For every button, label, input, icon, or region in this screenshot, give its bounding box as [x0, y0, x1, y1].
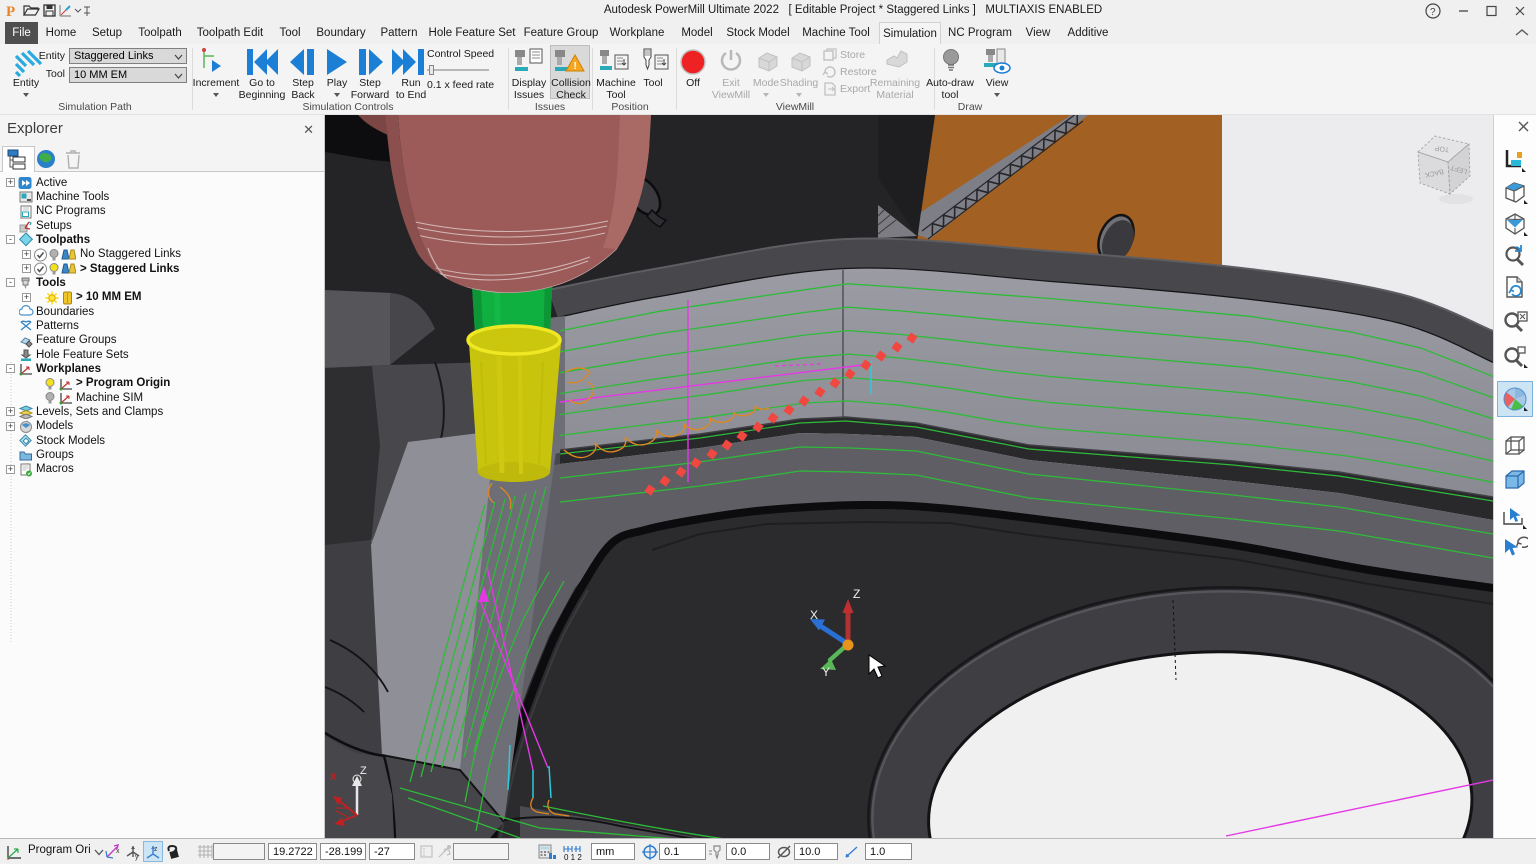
- svg-text:!: !: [574, 61, 577, 72]
- svg-text:X: X: [330, 772, 337, 783]
- svg-text:Y: Y: [822, 665, 830, 679]
- svg-text:0 1 2: 0 1 2: [564, 853, 582, 862]
- svg-text:P: P: [6, 4, 15, 20]
- svg-text:Z: Z: [360, 765, 367, 777]
- svg-text:Z: Z: [853, 587, 860, 601]
- svg-text:?: ?: [1430, 7, 1436, 18]
- svg-text:x: x: [116, 848, 120, 855]
- svg-text:y: y: [135, 854, 139, 861]
- svg-text:X: X: [810, 608, 818, 622]
- svg-text:z: z: [154, 846, 158, 853]
